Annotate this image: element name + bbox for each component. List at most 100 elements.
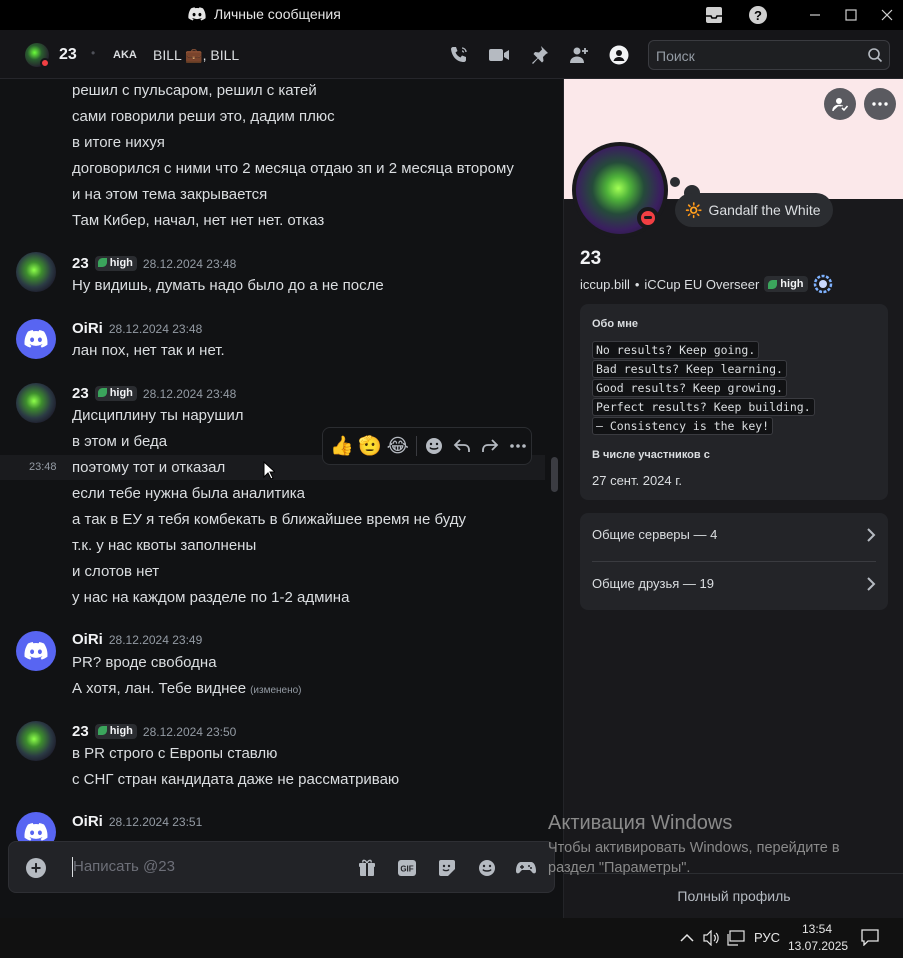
user-profile-toggle-icon[interactable] bbox=[608, 44, 630, 66]
discord-logo-icon bbox=[24, 330, 48, 348]
mutuals-card: Общие серверы — 4 Общие друзья — 19 bbox=[580, 513, 888, 610]
about-me-line: Perfect results? Keep building. bbox=[592, 398, 815, 416]
message-avatar[interactable] bbox=[16, 252, 56, 292]
message-author[interactable]: OiRi bbox=[72, 631, 103, 648]
message-line: поэтому тот и отказал bbox=[72, 459, 226, 476]
clan-tag-badge[interactable]: high bbox=[94, 255, 137, 271]
help-icon[interactable]: ? bbox=[740, 0, 776, 30]
activities-gamepad-icon[interactable] bbox=[514, 856, 538, 880]
more-icon[interactable] bbox=[864, 88, 896, 120]
status-bubble-dot bbox=[670, 177, 680, 187]
message-author[interactable]: 23 bbox=[72, 723, 89, 740]
clan-tag-badge[interactable]: high bbox=[94, 723, 137, 739]
svg-text:?: ? bbox=[754, 8, 762, 23]
clan-tag-label: high bbox=[109, 256, 133, 269]
voice-call-icon[interactable] bbox=[448, 44, 470, 66]
message-composer[interactable]: + Написать @23 GIF bbox=[8, 841, 555, 893]
minimize-icon[interactable] bbox=[797, 0, 833, 30]
discord-logo-icon bbox=[24, 823, 48, 841]
mutual-friends-row[interactable]: Общие друзья — 19 bbox=[592, 576, 876, 591]
about-me-card: Обо мне No results? Keep going. Bad resu… bbox=[580, 304, 888, 500]
close-icon[interactable] bbox=[869, 0, 903, 30]
leaf-icon bbox=[768, 279, 778, 289]
message-avatar[interactable] bbox=[16, 383, 56, 423]
message-list[interactable]: решил с пульсаром, решил с катей сами го… bbox=[0, 79, 563, 918]
forward-icon[interactable] bbox=[477, 432, 503, 460]
activation-line: раздел "Параметры". bbox=[548, 860, 691, 876]
clan-tag-label: high bbox=[109, 386, 133, 399]
message-line: у нас на каждом разделе по 1-2 админа bbox=[72, 589, 350, 606]
more-options-icon[interactable] bbox=[505, 432, 531, 460]
message-line: в PR строго с Европы ставлю bbox=[72, 745, 278, 762]
emoji-icon[interactable] bbox=[475, 856, 499, 880]
profile-username-line: iccup.bill • iCCup EU Overseer high bbox=[580, 274, 833, 294]
search-input[interactable]: Поиск bbox=[648, 40, 890, 70]
react-joy-button[interactable]: 😂 bbox=[385, 432, 411, 460]
mutual-friends-label: Общие друзья — 19 bbox=[592, 576, 714, 591]
message-actions-bar: 👍 🫡 😂 bbox=[322, 427, 532, 465]
notifications-icon[interactable] bbox=[861, 929, 879, 949]
window-titlebar: Личные сообщения ? bbox=[0, 0, 903, 30]
separator-dot: • bbox=[634, 276, 640, 292]
maximize-icon[interactable] bbox=[833, 0, 869, 30]
message-timestamp: 28.12.2024 23:49 bbox=[108, 633, 203, 647]
add-reaction-icon[interactable] bbox=[422, 432, 448, 460]
activation-title: Активация Windows bbox=[548, 812, 733, 834]
reply-icon[interactable] bbox=[449, 432, 475, 460]
pinned-messages-icon[interactable] bbox=[528, 44, 550, 66]
sticker-icon[interactable] bbox=[435, 856, 459, 880]
upload-plus-icon[interactable]: + bbox=[26, 858, 46, 878]
message-line: Дисциплину ты нарушил bbox=[72, 407, 244, 424]
volume-icon[interactable] bbox=[703, 929, 721, 949]
sun-icon: 🔆 bbox=[685, 201, 703, 218]
window-title: Личные сообщения bbox=[188, 6, 341, 22]
about-me-line: Good results? Keep growing. bbox=[592, 379, 787, 397]
clock-date: 13.07.2025 bbox=[788, 939, 849, 953]
message-line: с СНГ стран кандидата даже не рассматрив… bbox=[72, 771, 400, 788]
message-avatar[interactable] bbox=[16, 721, 56, 761]
clan-tag-label: high bbox=[780, 278, 804, 290]
search-placeholder: Поиск bbox=[656, 48, 695, 64]
about-me-title: Обо мне bbox=[592, 318, 639, 330]
clan-tag-badge[interactable]: high bbox=[764, 276, 808, 292]
add-friends-to-dm-icon[interactable] bbox=[568, 44, 590, 66]
message-author[interactable]: OiRi bbox=[72, 320, 103, 337]
mouse-cursor-icon bbox=[263, 461, 275, 480]
message-line: лан пох, нет так и нет. bbox=[72, 342, 225, 359]
aka-names: BILL 💼, BILL bbox=[153, 47, 240, 63]
message-line: в итоге нихуя bbox=[72, 134, 165, 151]
nitro-badge-icon[interactable] bbox=[813, 274, 833, 294]
gift-icon[interactable] bbox=[355, 856, 379, 880]
message-timestamp: 28.12.2024 23:51 bbox=[108, 815, 203, 829]
edited-marker: (изменено) bbox=[250, 685, 302, 696]
add-friend-icon[interactable] bbox=[824, 88, 856, 120]
custom-status[interactable]: 🔆 Gandalf the White bbox=[675, 193, 833, 227]
clan-tag-badge[interactable]: high bbox=[94, 385, 137, 401]
network-icon[interactable] bbox=[727, 930, 745, 949]
view-full-profile-button[interactable]: Полный профиль bbox=[564, 873, 903, 918]
gif-icon[interactable]: GIF bbox=[395, 856, 419, 880]
message-line: если тебе нужна была аналитика bbox=[72, 485, 305, 502]
react-salute-button[interactable]: 🫡 bbox=[357, 432, 383, 460]
react-thumbs-up-button[interactable]: 👍 bbox=[329, 432, 355, 460]
message-line: решил с пульсаром, решил с катей bbox=[72, 82, 317, 99]
message-author[interactable]: 23 bbox=[72, 385, 89, 402]
language-indicator[interactable]: РУС bbox=[754, 930, 780, 945]
message-author[interactable]: OiRi bbox=[72, 813, 103, 830]
taskbar-clock[interactable]: 13:54 13.07.2025 bbox=[788, 921, 849, 955]
mutual-servers-row[interactable]: Общие серверы — 4 bbox=[592, 527, 876, 542]
header-username[interactable]: 23 bbox=[59, 46, 77, 64]
message-avatar[interactable] bbox=[16, 631, 56, 671]
message-line: Там Кибер, начал, нет нет нет. отказ bbox=[72, 212, 325, 229]
aka-label: AKA bbox=[113, 49, 137, 61]
message-header: 23 high 28.12.2024 23:48 bbox=[72, 255, 236, 272]
video-call-icon[interactable] bbox=[488, 44, 510, 66]
inbox-icon[interactable] bbox=[696, 0, 732, 30]
activation-line: Чтобы активировать Windows, перейдите в bbox=[548, 840, 840, 856]
actions-divider bbox=[415, 436, 417, 456]
chat-scrollbar-thumb[interactable] bbox=[551, 457, 558, 492]
chevron-up-icon[interactable] bbox=[680, 931, 694, 946]
message-header: OiRi 28.12.2024 23:49 bbox=[72, 631, 202, 648]
message-author[interactable]: 23 bbox=[72, 255, 89, 272]
message-avatar[interactable] bbox=[16, 319, 56, 359]
